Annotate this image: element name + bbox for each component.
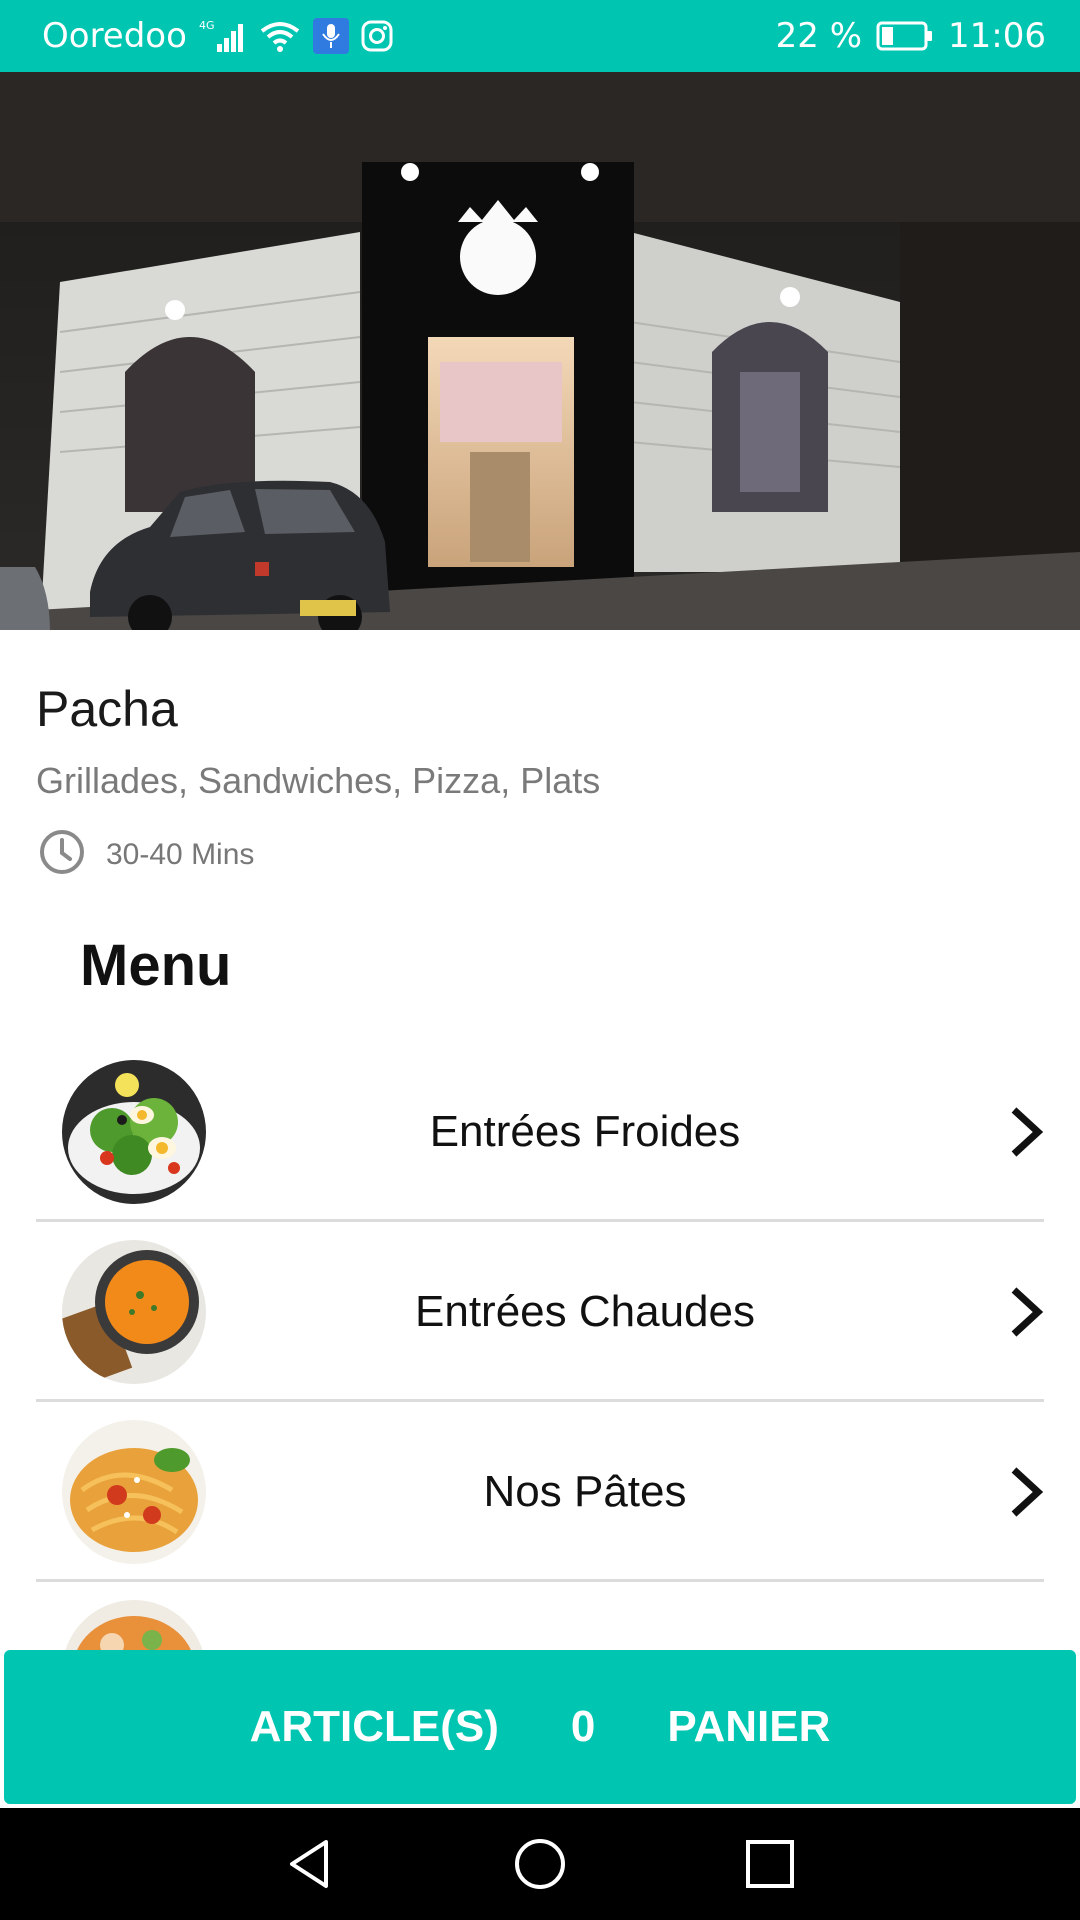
back-icon[interactable] <box>282 1836 338 1892</box>
status-right: 22 % 11:06 <box>776 0 1046 72</box>
chevron-right-icon <box>1011 1107 1044 1157</box>
wifi-icon <box>259 19 301 53</box>
battery-icon <box>876 21 934 51</box>
cart-articles-label: ARTICLE(S) <box>249 1702 499 1751</box>
chevron-right-icon <box>1011 1467 1044 1517</box>
menu-item-label: Entrées Froides <box>429 1107 741 1156</box>
network-type: 4G <box>199 19 215 32</box>
restaurant-name: Pacha <box>36 681 178 737</box>
menu-item-nos-pates[interactable]: Nos Pâtes <box>0 1402 1080 1582</box>
menu-heading: Menu <box>80 933 232 998</box>
chevron-right-icon <box>1011 1287 1044 1337</box>
cart-count: 0 <box>570 1702 596 1751</box>
carrier-name: Ooredoo <box>42 16 187 56</box>
clock-icon <box>38 828 86 881</box>
delivery-time: 30-40 Mins <box>106 837 255 871</box>
menu-item-label: Entrées Chaudes <box>415 1287 755 1336</box>
cart-button[interactable]: ARTICLE(S) 0 PANIER <box>4 1650 1076 1804</box>
restaurant-hero-image <box>0 72 1080 630</box>
system-nav-bar <box>0 1808 1080 1920</box>
mic-app-icon <box>312 18 349 54</box>
instagram-icon <box>361 20 393 52</box>
pasta-thumbnail <box>62 1420 206 1564</box>
status-left: Ooredoo 4G <box>42 0 393 72</box>
status-bar: Ooredoo 4G 22 % 11:06 <box>0 0 1080 72</box>
menu-item-entrees-chaudes[interactable]: Entrées Chaudes <box>0 1222 1080 1402</box>
soup-thumbnail <box>62 1240 206 1384</box>
clock-time: 11:06 <box>948 16 1046 56</box>
cart-label: PANIER <box>667 1702 831 1751</box>
signal-icon: 4G <box>199 18 247 54</box>
delivery-time-row: 30-40 Mins <box>38 828 254 881</box>
salad-thumbnail <box>62 1060 206 1204</box>
menu-item-label: Nos Pâtes <box>483 1467 687 1516</box>
battery-percent: 22 % <box>775 16 863 56</box>
restaurant-cuisines: Grillades, Sandwiches, Pizza, Plats <box>36 760 601 801</box>
menu-item-entrees-froides[interactable]: Entrées Froides <box>0 1042 1080 1222</box>
recents-icon[interactable] <box>742 1836 798 1892</box>
home-icon[interactable] <box>512 1836 568 1892</box>
